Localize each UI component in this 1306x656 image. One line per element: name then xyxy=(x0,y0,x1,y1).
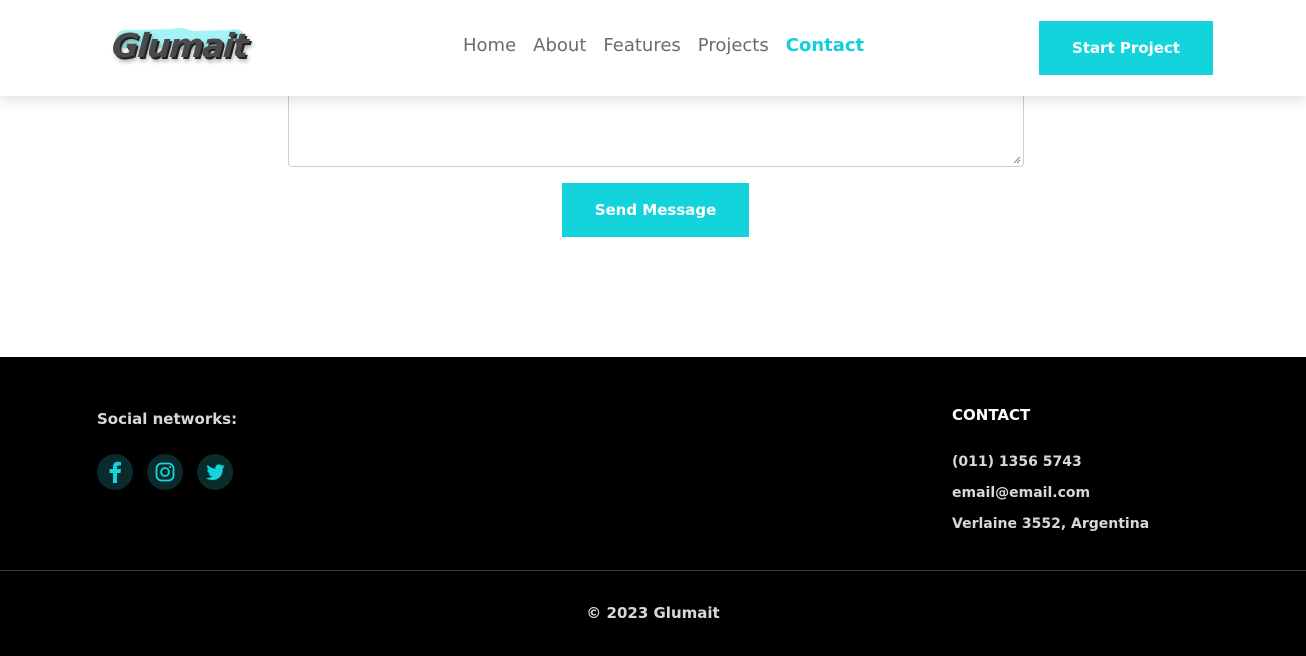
send-message-button[interactable]: Send Message xyxy=(562,183,749,237)
logo-text: Glumait xyxy=(110,26,249,65)
nav-contact[interactable]: Contact xyxy=(786,34,864,58)
start-project-button[interactable]: Start Project xyxy=(1039,21,1213,75)
contact-email: email@email.com xyxy=(952,485,1091,501)
resize-grip-icon[interactable] xyxy=(1013,156,1021,164)
site-header: Glumait Home About Features Projects Con… xyxy=(0,0,1306,96)
nav-projects[interactable]: Projects xyxy=(698,34,769,58)
nav-features[interactable]: Features xyxy=(603,34,680,58)
instagram-icon[interactable] xyxy=(147,454,183,490)
social-networks-title: Social networks: xyxy=(97,410,238,428)
main-nav: Home About Features Projects Contact xyxy=(463,34,881,58)
contact-heading: CONTACT xyxy=(952,406,1031,424)
copyright-text: © 2023 Glumait xyxy=(586,604,720,622)
twitter-icon[interactable] xyxy=(197,454,233,490)
social-icons xyxy=(97,454,233,490)
site-footer: Social networks: CONTACT (011) 1356 5743… xyxy=(0,357,1306,656)
contact-phone: (011) 1356 5743 xyxy=(952,454,1082,470)
contact-address: Verlaine 3552, Argentina xyxy=(952,516,1150,532)
nav-about[interactable]: About xyxy=(533,34,586,58)
logo[interactable]: Glumait xyxy=(110,24,252,70)
footer-divider xyxy=(0,570,1306,571)
nav-home[interactable]: Home xyxy=(463,34,516,58)
facebook-icon[interactable] xyxy=(97,454,133,490)
